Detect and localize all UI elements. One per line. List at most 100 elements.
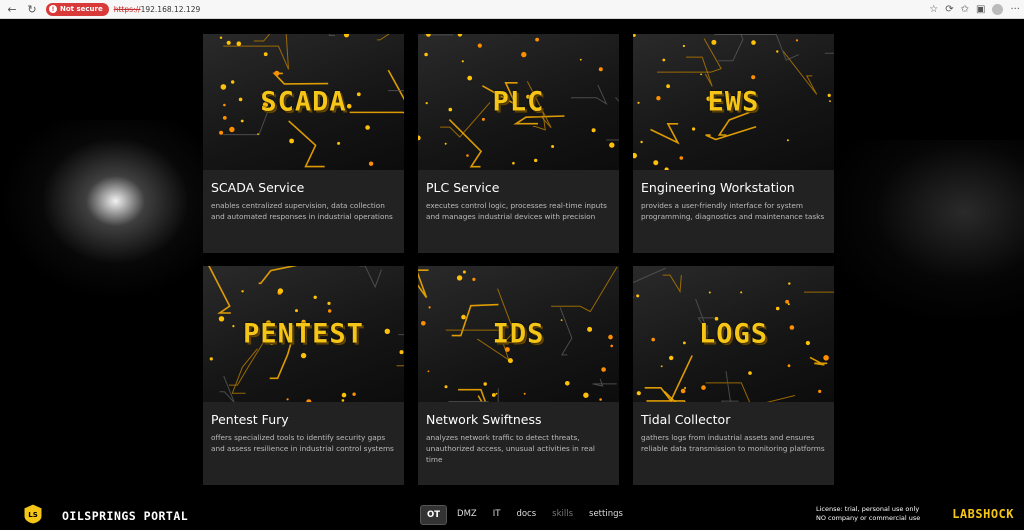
circuit-node [653, 160, 659, 166]
card-scada[interactable]: SCADA SCADA Service enables centralized … [203, 34, 404, 253]
card-description: analyzes network traffic to detect threa… [426, 433, 595, 464]
circuit-node [368, 161, 374, 166]
card-plc[interactable]: PLC PLC Service executes control logic, … [418, 34, 619, 253]
circuit-node [583, 392, 589, 398]
circuit-node [795, 39, 799, 42]
circuit-trace [253, 34, 271, 42]
circuit-node [740, 291, 743, 294]
circuit-node [565, 381, 570, 386]
card-logs[interactable]: LOGS Tidal Collector gathers logs from i… [633, 266, 834, 485]
circuit-node [219, 130, 224, 135]
back-icon[interactable]: ← [4, 1, 20, 17]
circuit-node [343, 34, 350, 38]
circuit-trace [272, 72, 329, 85]
card-image: EWS [633, 34, 834, 170]
card-image: LOGS [633, 266, 834, 402]
circuit-node [636, 391, 641, 396]
labshock-logo-icon[interactable]: LS [22, 503, 44, 525]
circuit-node [257, 133, 259, 135]
card-title: PLC Service [426, 180, 500, 195]
security-badge-label: Not secure [60, 5, 103, 13]
extensions-icon[interactable]: ⟳ [945, 4, 953, 15]
circuit-node [787, 303, 790, 306]
favorites-icon[interactable]: ✩ [961, 4, 969, 15]
nav-docs[interactable]: docs [510, 505, 542, 525]
circuit-node [462, 270, 466, 274]
circuit-trace [359, 266, 383, 289]
circuit-node [426, 34, 431, 37]
circuit-node [711, 39, 717, 45]
circuit-node [428, 306, 431, 309]
card-description: provides a user-friendly interface for s… [641, 201, 825, 221]
circuit-node [481, 117, 485, 121]
nav-skills[interactable]: skills [546, 505, 579, 525]
brand-logo[interactable]: LABSHOCK [952, 507, 1014, 521]
card-ids[interactable]: IDS Network Swiftness analyzes network t… [418, 266, 619, 485]
circuit-node [680, 388, 686, 394]
card-pentest[interactable]: PENTEST Pentest Fury offers specialized … [203, 266, 404, 485]
circuit-trace [424, 34, 454, 36]
reload-icon[interactable]: ↻ [24, 1, 40, 17]
warning-icon: ! [49, 5, 57, 13]
circuit-node [748, 371, 752, 375]
profile-avatar[interactable] [992, 4, 1004, 15]
license-notice: License: trial, personal use only NO com… [816, 505, 920, 524]
circuit-node [467, 75, 473, 81]
footer-nav: OT DMZ IT docs skills settings [420, 505, 629, 525]
card-label: IDS [492, 318, 545, 350]
security-badge[interactable]: ! Not secure [46, 2, 109, 16]
circuit-node [682, 44, 685, 48]
circuit-node [341, 399, 345, 402]
circuit-node [751, 75, 756, 80]
browser-toolbar: ← ↻ ! Not secure https://192.168.12.129 … [0, 0, 1024, 19]
nav-ot[interactable]: OT [420, 505, 448, 525]
card-ews[interactable]: EWS Engineering Workstation provides a u… [633, 34, 834, 253]
circuit-node [477, 43, 482, 48]
circuit-node [534, 158, 538, 163]
circuit-trace [448, 118, 483, 168]
circuit-node [491, 393, 496, 397]
circuit-node [231, 80, 235, 84]
circuit-node [640, 140, 643, 144]
circuit-node [591, 128, 596, 133]
card-description: offers specialized tools to identify sec… [211, 433, 394, 453]
circuit-node [598, 67, 603, 72]
circuit-node [664, 167, 669, 170]
nav-dmz[interactable]: DMZ [451, 505, 483, 525]
circuit-node [313, 295, 317, 299]
nav-settings[interactable]: settings [583, 505, 629, 525]
circuit-node [601, 367, 606, 372]
url-text[interactable]: https://192.168.12.129 [114, 5, 201, 14]
star-icon[interactable]: ☆ [929, 4, 938, 15]
circuit-node [306, 399, 312, 402]
circuit-node [300, 352, 307, 359]
circuit-trace [714, 34, 800, 61]
circuit-node [327, 301, 331, 305]
circuit-node [209, 357, 213, 361]
address-bar[interactable]: ! Not secure https://192.168.12.129 [46, 2, 200, 17]
circuit-trace [208, 266, 231, 314]
circuit-node [229, 126, 235, 133]
circuit-node [466, 154, 469, 157]
card-description: enables centralized supervision, data co… [211, 201, 393, 221]
more-icon[interactable]: ··· [1010, 4, 1020, 15]
card-label: PENTEST [243, 318, 364, 350]
card-title: SCADA Service [211, 180, 305, 195]
circuit-trace [458, 388, 487, 402]
card-image: IDS [418, 266, 619, 402]
circuit-node [523, 392, 526, 395]
nav-it[interactable]: IT [487, 505, 507, 525]
circuit-node [633, 152, 637, 159]
background-glow-right [824, 140, 1024, 320]
circuit-node [599, 398, 602, 401]
circuit-node [535, 37, 539, 42]
card-label: EWS [707, 86, 760, 118]
logo-text: LS [28, 511, 38, 519]
circuit-trace [633, 267, 666, 298]
card-description: gathers logs from industrial assets and … [641, 433, 825, 453]
circuit-node [295, 309, 298, 313]
collections-icon[interactable]: ▣ [976, 4, 985, 15]
circuit-node [701, 385, 706, 390]
circuit-node [788, 282, 791, 285]
circuit-node [786, 139, 789, 142]
